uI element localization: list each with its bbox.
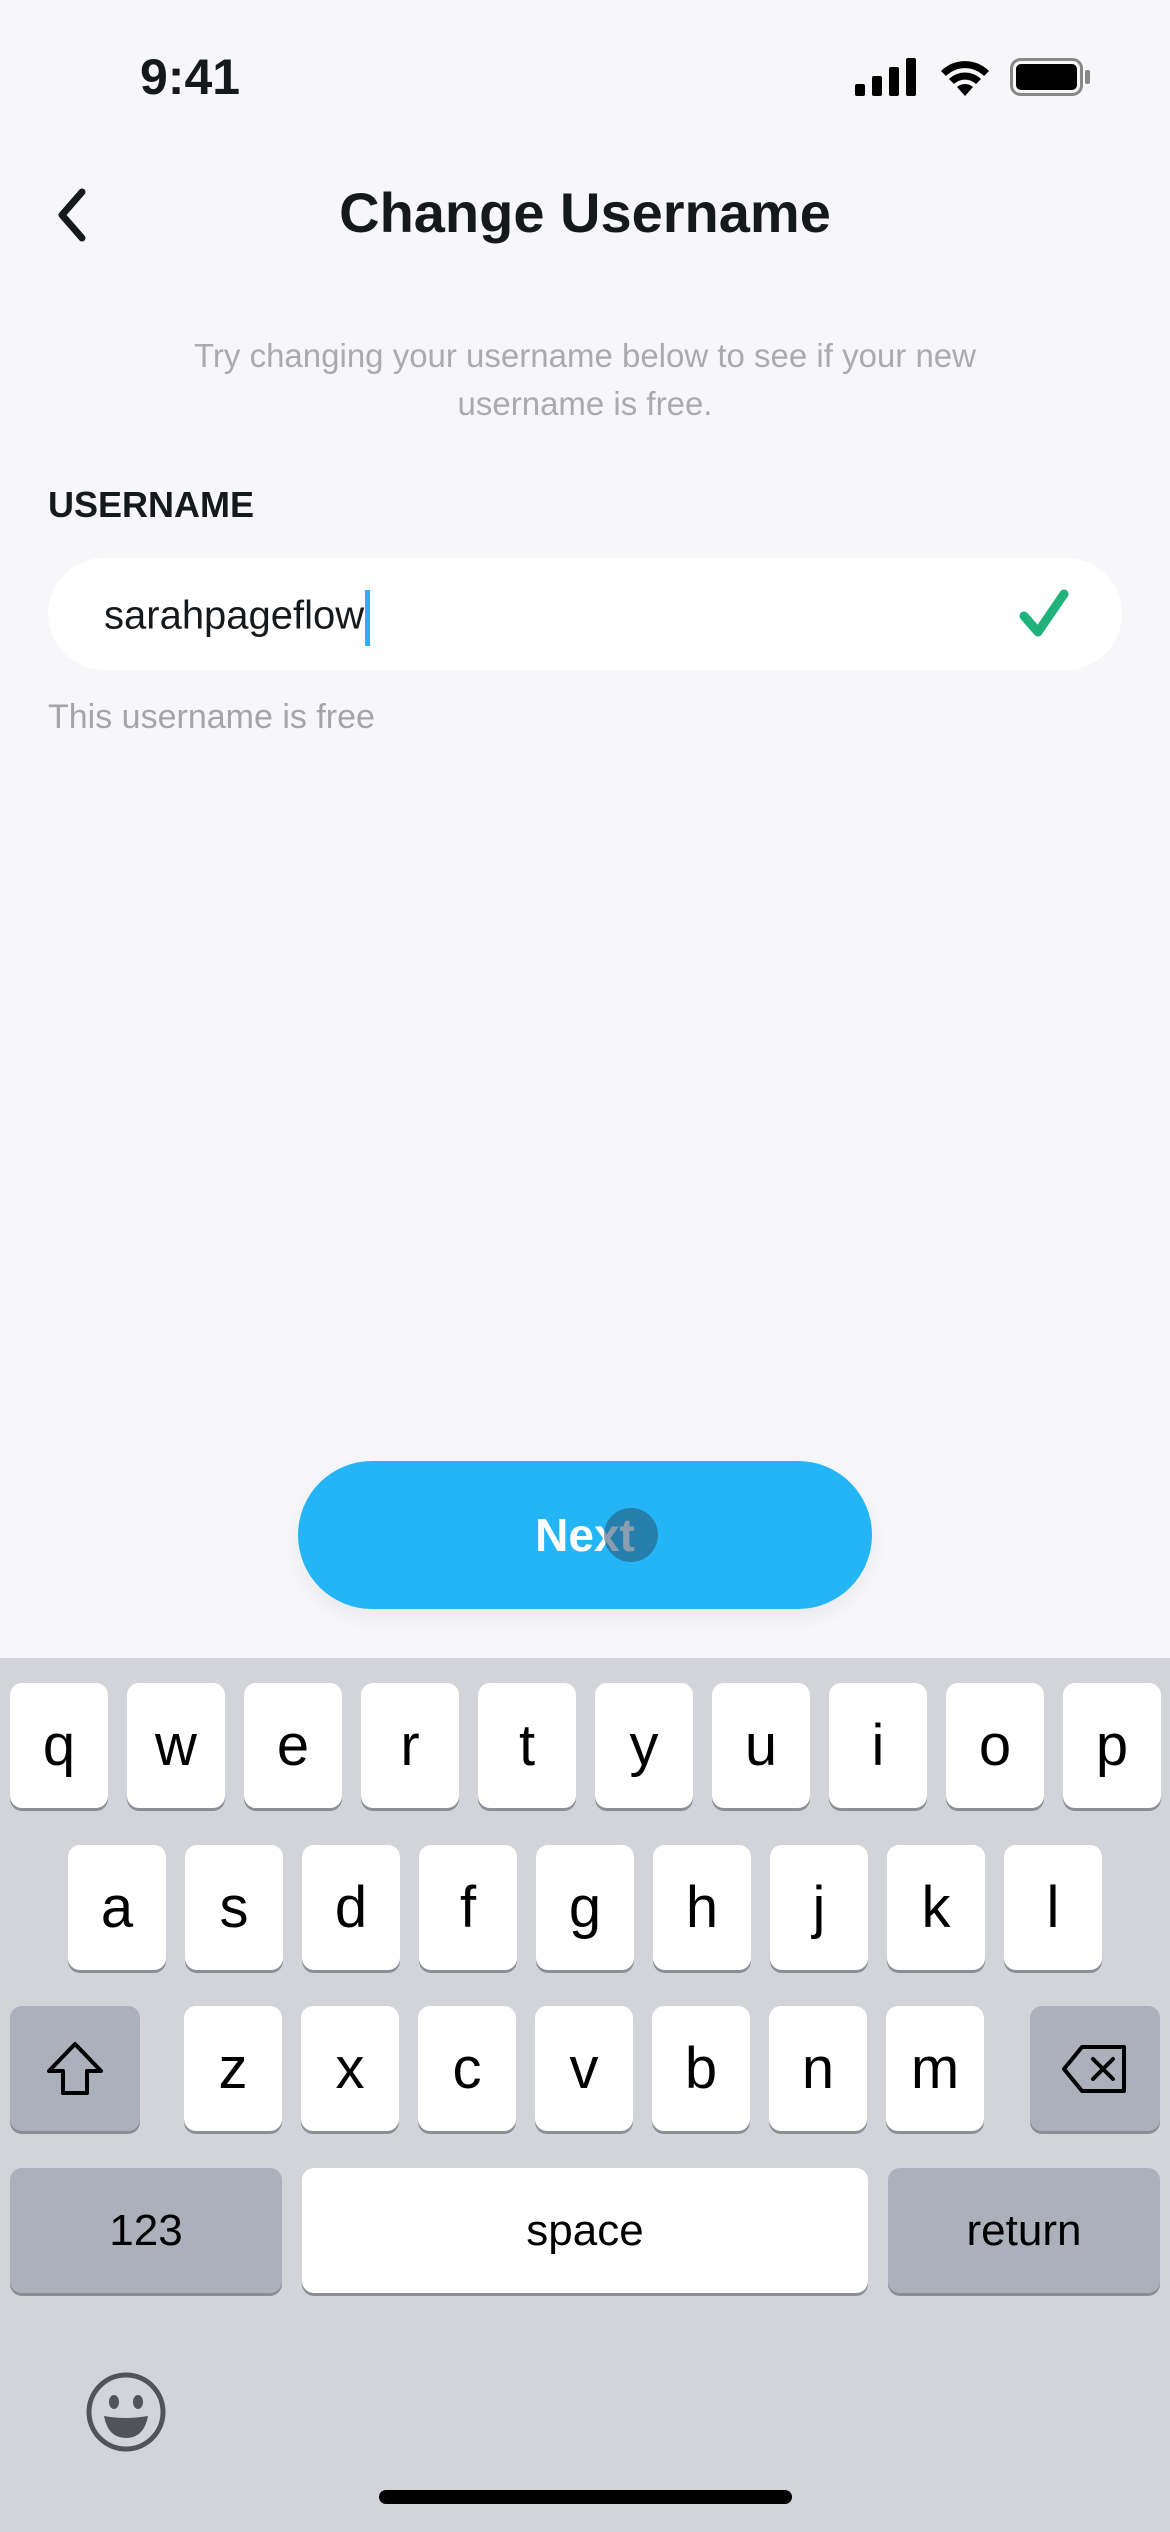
key-s[interactable]: s [185,1845,283,1970]
key-i[interactable]: i [829,1683,927,1808]
return-key[interactable]: return [888,2168,1160,2293]
delete-key[interactable] [1030,2006,1160,2131]
key-f[interactable]: f [419,1845,517,1970]
page-title: Change Username [339,181,831,244]
key-p[interactable]: p [1063,1683,1161,1808]
key-g[interactable]: g [536,1845,634,1970]
key-e[interactable]: e [244,1683,342,1808]
delete-icon [1062,2044,1126,2093]
key-n[interactable]: n [769,2006,867,2131]
emoji-icon[interactable] [84,2370,168,2454]
battery-icon [1010,58,1090,96]
shift-icon [47,2041,103,2095]
key-o[interactable]: o [946,1683,1044,1808]
key-m[interactable]: m [886,2006,984,2131]
username-value: sarahpageflow [104,593,365,638]
key-j[interactable]: j [770,1845,868,1970]
key-r[interactable]: r [361,1683,459,1808]
key-t[interactable]: t [478,1683,576,1808]
username-status-text: This username is free [48,698,375,736]
key-b[interactable]: b [652,2006,750,2131]
key-k[interactable]: k [887,1845,985,1970]
key-v[interactable]: v [535,2006,633,2131]
key-z[interactable]: z [184,2006,282,2131]
status-time: 9:41 [140,49,241,105]
touch-indicator [604,1508,658,1562]
cellular-signal-icon [855,58,916,96]
key-x[interactable]: x [301,2006,399,2131]
key-y[interactable]: y [595,1683,693,1808]
key-u[interactable]: u [712,1683,810,1808]
key-h[interactable]: h [653,1845,751,1970]
username-input[interactable]: sarahpageflow [48,558,1122,670]
subtitle-text: Try changing your username below to see … [193,337,976,422]
wifi-icon [941,61,989,96]
key-d[interactable]: d [302,1845,400,1970]
home-indicator [379,2490,792,2504]
space-key[interactable]: space [302,2168,868,2293]
key-q[interactable]: q [10,1683,108,1808]
key-l[interactable]: l [1004,1845,1102,1970]
key-w[interactable]: w [127,1683,225,1808]
key-a[interactable]: a [68,1845,166,1970]
numbers-key[interactable]: 123 [10,2168,282,2293]
username-label: USERNAME [48,484,255,525]
next-button[interactable]: Next [298,1461,872,1609]
key-c[interactable]: c [418,2006,516,2131]
checkmark-icon [1019,589,1069,637]
shift-key[interactable] [10,2006,140,2131]
text-caret [365,590,371,646]
